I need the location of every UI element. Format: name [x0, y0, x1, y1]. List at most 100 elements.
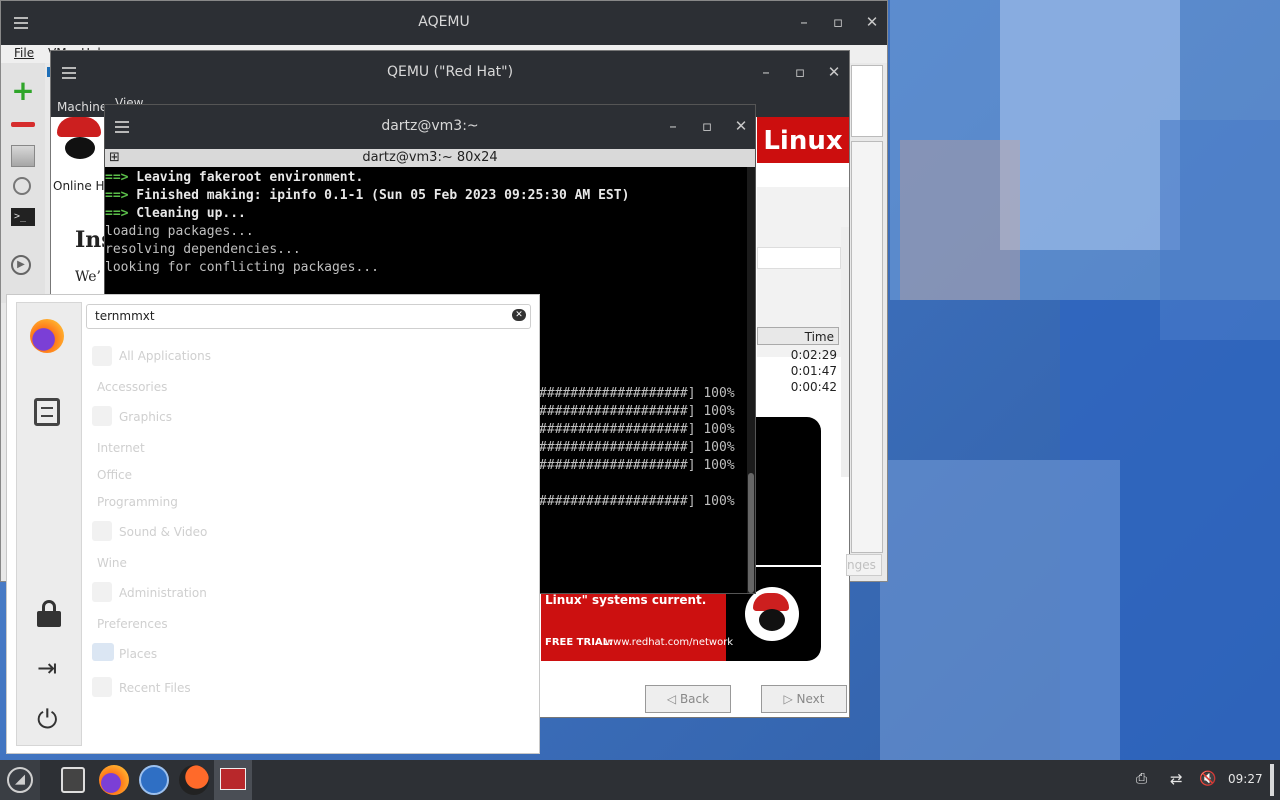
ghost-button[interactable]: nges	[846, 554, 882, 576]
clock[interactable]: 09:27	[1228, 772, 1263, 786]
graphics-icon	[92, 406, 112, 426]
minimize-icon[interactable]: –	[795, 13, 813, 31]
aqemu-panel	[851, 65, 883, 137]
wallpaper-shape	[1000, 0, 1180, 250]
category-administration[interactable]: Administration	[119, 586, 207, 600]
aqemu-panel	[851, 141, 883, 553]
application-menu: ⇥ ⏻ ternmmxt ✕ All Applications Accessor…	[6, 294, 540, 754]
show-desktop-button[interactable]	[1270, 764, 1274, 796]
terminal-line: looking for conflicting packages...	[105, 260, 379, 275]
wallpaper-shape	[880, 460, 1120, 760]
split-icon[interactable]: ⊞	[109, 149, 120, 167]
progress-line: ###################] 100%	[539, 494, 735, 509]
administration-icon	[92, 582, 112, 602]
add-icon[interactable]: +	[11, 77, 35, 105]
close-icon[interactable]: ✕	[863, 13, 881, 31]
menu-sidebar: ⇥ ⏻	[16, 302, 82, 746]
category-office[interactable]: Office	[97, 468, 132, 482]
back-arrow-icon: ◁	[666, 692, 680, 706]
recent-files-icon	[92, 677, 112, 697]
wallpaper-shape	[1160, 120, 1280, 340]
category-wine[interactable]: Wine	[97, 556, 127, 570]
category-recent-files[interactable]: Recent Files	[119, 681, 191, 695]
sound-video-icon	[92, 521, 112, 541]
places-folder-icon	[92, 643, 114, 661]
network-globe-icon[interactable]	[139, 765, 169, 795]
guest-brand: Linux	[757, 117, 849, 163]
category-graphics[interactable]: Graphics	[119, 410, 172, 424]
menu-machine[interactable]: Machine	[57, 100, 107, 114]
category-sound-video[interactable]: Sound & Video	[119, 525, 207, 539]
back-label: Back	[679, 692, 710, 706]
maximize-icon[interactable]: ▫	[829, 13, 847, 31]
table-header-time: Time	[757, 327, 839, 345]
ad-text: Linux" systems current.	[545, 593, 707, 607]
progress-line: ###################] 100%	[539, 386, 735, 401]
terminal-title: dartz@vm3:~	[381, 118, 479, 134]
aqemu-title: AQEMU	[418, 14, 470, 30]
table-cell: 0:02:29	[790, 348, 837, 362]
category-preferences[interactable]: Preferences	[97, 617, 168, 631]
all-applications-icon	[92, 346, 112, 366]
progress-line: ###################] 100%	[539, 440, 735, 455]
redhat-logo	[51, 117, 105, 167]
clear-search-icon[interactable]: ✕	[512, 309, 526, 321]
start-button[interactable]: ◢	[0, 760, 40, 800]
category-all-applications[interactable]: All Applications	[119, 349, 211, 363]
volume-muted-icon[interactable]: 🔇	[1199, 770, 1217, 788]
logout-icon[interactable]: ⇥	[37, 655, 67, 681]
category-programming[interactable]: Programming	[97, 495, 178, 509]
category-accessories[interactable]: Accessories	[97, 380, 167, 394]
ad-divider	[746, 565, 821, 567]
firefox-icon[interactable]	[30, 319, 64, 353]
back-button[interactable]: ◁ Back	[645, 685, 731, 713]
close-icon[interactable]: ✕	[732, 117, 750, 135]
terminal-subtitle: dartz@vm3:~ 80x24	[362, 150, 498, 165]
launcher-icon: ◢	[7, 767, 33, 793]
storage-icon[interactable]	[11, 143, 35, 167]
progress-line: ###################] 100%	[539, 422, 735, 437]
file-cabinet-icon[interactable]	[59, 765, 89, 795]
menu-file[interactable]: File	[14, 46, 34, 60]
close-icon[interactable]: ✕	[825, 63, 843, 81]
aqemu-toolbar: + >_ ▶	[1, 63, 45, 303]
active-task-terminal[interactable]	[214, 760, 252, 800]
ad-trial: FREE TRIAL:	[545, 637, 614, 648]
table-cell: 0:00:42	[790, 380, 837, 394]
power-icon[interactable]: ⏻	[37, 706, 65, 734]
firefox-icon[interactable]	[99, 765, 129, 795]
table-times: 0:02:29 0:01:47 0:00:42	[757, 347, 837, 395]
next-button[interactable]: ▷ Next	[761, 685, 847, 713]
search-input-value: ternmmxt	[95, 309, 155, 323]
wallpaper-shape	[900, 140, 1020, 300]
clock-icon[interactable]	[11, 175, 35, 199]
next-arrow-icon: ▷	[783, 692, 797, 706]
guest-body-text: We’	[75, 269, 101, 285]
guest-scrollbar[interactable]	[841, 227, 849, 477]
network-transfer-icon[interactable]: ⇄	[1170, 770, 1188, 788]
search-input[interactable]: ternmmxt ✕	[86, 304, 531, 329]
aqemu-titlebar: AQEMU – ▫ ✕	[1, 1, 887, 45]
qemu-title: QEMU ("Red Hat")	[386, 64, 514, 80]
guest-field	[757, 247, 841, 269]
table-cell: 0:01:47	[790, 364, 837, 378]
maximize-icon[interactable]: ▫	[791, 63, 809, 81]
progress-line: ###################] 100%	[539, 404, 735, 419]
terminal-line: ==> Leaving fakeroot environment.	[105, 170, 364, 185]
terminal-scrollbar[interactable]	[747, 167, 755, 593]
category-internet[interactable]: Internet	[97, 441, 145, 455]
category-places[interactable]: Places	[119, 647, 157, 661]
maximize-icon[interactable]: ▫	[698, 117, 716, 135]
terminal-icon[interactable]: >_	[11, 205, 35, 229]
scrollbar-thumb[interactable]	[748, 473, 754, 593]
printer-icon[interactable]: ⎙	[1136, 772, 1152, 786]
file-cabinet-icon[interactable]	[34, 398, 60, 426]
remove-icon[interactable]	[11, 113, 35, 137]
play-icon[interactable]: ▶	[11, 255, 35, 279]
app-icon[interactable]	[179, 765, 209, 795]
minimize-icon[interactable]: –	[757, 63, 775, 81]
terminal-line: ==> Finished making: ipinfo 0.1-1 (Sun 0…	[105, 188, 630, 203]
terminal-line: resolving dependencies...	[105, 242, 301, 257]
minimize-icon[interactable]: –	[664, 117, 682, 135]
lock-icon[interactable]	[37, 600, 63, 628]
